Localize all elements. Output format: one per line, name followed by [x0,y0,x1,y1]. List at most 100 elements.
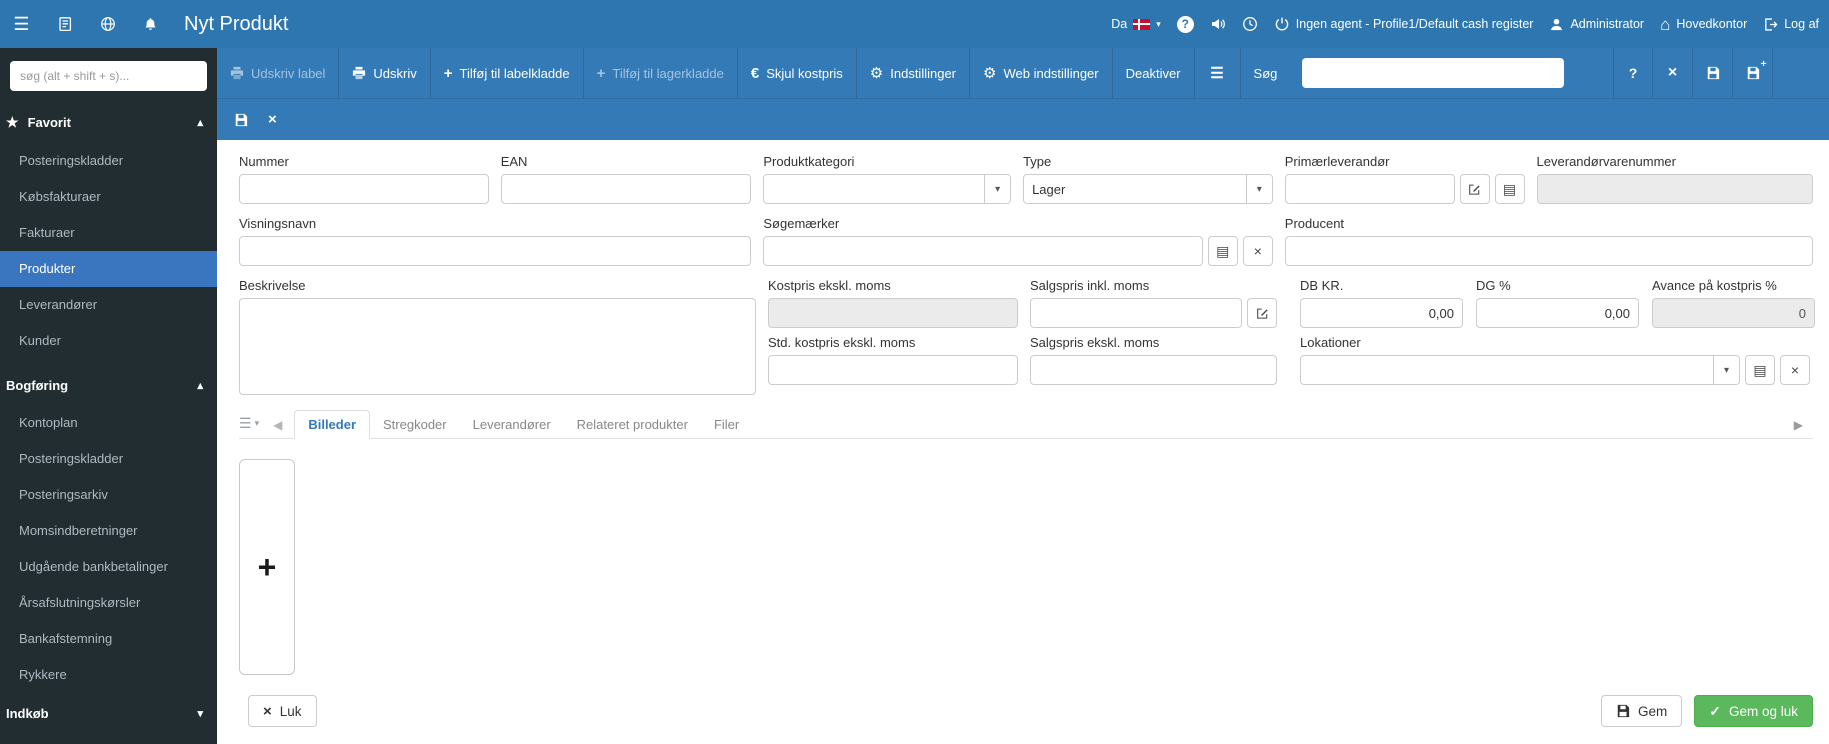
tabs-scroll-left-button[interactable]: ◀ [263,418,294,438]
language-selector[interactable]: Da ▾ [1111,17,1161,31]
close-icon: × [1667,64,1678,81]
std-kostpris-input[interactable] [768,355,1018,385]
produktkategori-select[interactable]: ▾ [763,174,1012,204]
help-button[interactable]: ? [1176,15,1194,33]
sidebar-item-posteringsarkiv[interactable]: Posteringsarkiv [0,477,217,513]
list-icon: ▤ [1753,361,1767,378]
primaerleverandoer-edit-button[interactable] [1459,174,1490,204]
toolbar-save-new-button[interactable]: + [1733,48,1773,98]
sidebar-item-posteringskladder[interactable]: Posteringskladder [0,143,217,179]
question-icon: ? [1628,65,1638,81]
nummer-input[interactable] [239,174,489,204]
beskrivelse-textarea[interactable] [239,298,756,395]
salgspris-edit-button[interactable] [1247,298,1277,328]
soegemaerker-list-button[interactable]: ▤ [1207,236,1238,266]
euro-icon: € [750,64,760,82]
sidebar-item-posteringskladder-2[interactable]: Posteringskladder [0,441,217,477]
cancel-record-button[interactable]: × [268,111,277,128]
salgspris-inkl-input[interactable] [1030,298,1242,328]
office-menu[interactable]: ⌂ Hovedkontor [1660,16,1747,33]
sidebar-item-kunder[interactable]: Kunder [0,323,217,359]
hide-costprice-button[interactable]: € Skjul kostpris [738,48,857,98]
settings-button[interactable]: ⚙ Indstillinger [857,48,971,98]
print-label-button[interactable]: Udskriv label [217,48,340,98]
soegemaerker-clear-button[interactable]: × [1242,236,1273,266]
caret-down-icon: ▾ [197,708,203,720]
sidebar-section-bogfoering[interactable]: Bogføring ▴ [0,365,217,405]
logout-button[interactable]: Log af [1763,17,1819,32]
sidebar-item-aarsafslutningskoersler[interactable]: Årsafslutningskørsler [0,585,217,621]
clock-button[interactable] [1242,16,1258,32]
toolbar-search-input[interactable] [1302,58,1565,88]
logout-label: Log af [1784,17,1819,31]
sidebar-item-koebsfakturaer[interactable]: Købsfakturaer [0,179,217,215]
kostpris-input [768,298,1018,328]
primaerleverandoer-list-button[interactable]: ▤ [1494,174,1525,204]
tabs-scroll-right-button[interactable]: ▶ [1794,418,1803,432]
lokationer-list-button[interactable]: ▤ [1745,355,1775,385]
field-leverandoervarenummer: Leverandørvarenummer [1536,154,1813,204]
sidebar-item-fakturaer[interactable]: Fakturaer [0,215,217,251]
tab-filer[interactable]: Filer [701,411,752,438]
field-label: Produktkategori [763,154,855,169]
db-kr-input[interactable] [1300,298,1463,328]
caret-down-icon[interactable]: ▾ [984,175,1011,203]
print-button[interactable]: Udskriv [339,48,431,98]
lokationer-clear-button[interactable]: × [1780,355,1810,385]
button-label: Indstillinger [890,65,957,81]
close-form-button[interactable]: × Luk [248,695,317,727]
soegemaerker-input[interactable] [763,236,1203,266]
sidebar-search-input[interactable] [10,61,207,91]
clock-icon [1242,17,1257,31]
lokationer-select[interactable]: ▾ [1300,355,1740,385]
toolbar-save-button[interactable] [1693,48,1733,98]
add-image-button[interactable]: + [239,459,295,675]
producent-input[interactable] [1284,236,1814,266]
hamburger-menu-button[interactable]: ☰ [0,0,43,48]
type-select[interactable]: Lager ▾ [1023,174,1273,204]
sidebar-item-udgaaende-bankbetalinger[interactable]: Udgående bankbetalinger [0,549,217,585]
primaerleverandoer-input[interactable] [1284,174,1455,204]
notifications-button[interactable] [129,0,172,48]
save-and-close-button[interactable]: ✓ Gem og luk [1694,695,1813,727]
topbar-right: Da ▾ ? Ingen agent - Profile1/Default ca… [1111,15,1829,33]
salgspris-ekskl-input[interactable] [1030,355,1277,385]
sound-button[interactable] [1210,16,1226,32]
caret-down-icon[interactable]: ▾ [1713,356,1739,384]
sidebar-item-momsindberetninger[interactable]: Momsindberetninger [0,513,217,549]
journal-icon [58,17,71,32]
sidebar-item-rykkere[interactable]: Rykkere [0,657,217,693]
add-to-labelkladde-button[interactable]: + Tilføj til labelkladde [431,48,584,98]
save-record-button[interactable] [234,113,248,127]
globe-button[interactable] [86,0,129,48]
toolbar-search-label-wrap: Søg [1241,48,1291,98]
tab-leverandoerer[interactable]: Leverandører [460,411,564,438]
visningsnavn-input[interactable] [239,236,752,266]
add-to-lagerkladde-button[interactable]: + Tilføj til lagerkladde [584,48,738,98]
toolbar-help-button[interactable]: ? [1613,48,1653,98]
journal-button[interactable] [43,0,86,48]
deactivate-button[interactable]: Deaktiver [1113,48,1195,98]
sidebar-item-bankafstemning[interactable]: Bankafstemning [0,621,217,657]
agent-status[interactable]: Ingen agent - Profile1/Default cash regi… [1274,16,1533,32]
tab-stregkoder[interactable]: Stregkoder [370,411,460,438]
sidebar-section-indkoeb[interactable]: Indkøb ▾ [0,693,217,733]
tab-list-menu-button[interactable]: ☰ ▾ [239,415,263,438]
toolbar-menu-button[interactable]: ☰ [1195,48,1241,98]
star-icon: ★ [6,114,19,130]
search-label: Søg [1253,65,1278,81]
sidebar-item-produkter[interactable]: Produkter [0,251,217,287]
caret-down-icon[interactable]: ▾ [1245,175,1272,203]
sidebar-item-kontoplan[interactable]: Kontoplan [0,405,217,441]
sidebar-section-favorit[interactable]: ★ Favorit ▴ [0,101,217,143]
user-menu[interactable]: Administrator [1549,17,1644,32]
dg-pct-input[interactable] [1476,298,1639,328]
tab-billeder[interactable]: Billeder [294,410,371,439]
tab-relateret-produkter[interactable]: Relateret produkter [564,411,701,438]
ean-input[interactable] [500,174,752,204]
save-button[interactable]: Gem [1600,695,1683,727]
toolbar-close-button[interactable]: × [1653,48,1693,98]
hamburger-icon: ☰ [1210,65,1224,82]
web-settings-button[interactable]: ⚙ Web indstillinger [970,48,1113,98]
sidebar-item-leverandoerer[interactable]: Leverandører [0,287,217,323]
